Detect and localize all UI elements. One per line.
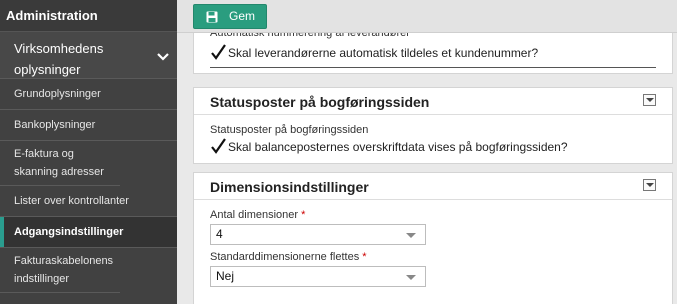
auto-numbering-checkbox[interactable]: Skal leverandørerne automatisk tildeles … [210, 44, 650, 61]
toolbar: Gem [177, 0, 677, 33]
sidebar-item-fakturaskabelon[interactable]: Fakturaskabelonens indstillinger [0, 248, 120, 293]
status-label: Statusposter på bogføringssiden [210, 124, 369, 136]
sidebar-item-adgangsindstillinger[interactable]: Adgangsindstillinger [0, 217, 177, 248]
dimension-count-label: Antal dimensioner [210, 209, 299, 221]
sidebar: Administration Virksomhedens oplysninger… [0, 0, 177, 304]
required-marker: * [301, 209, 306, 221]
collapse-toggle-icon[interactable] [643, 94, 656, 106]
caret-down-icon [406, 233, 416, 238]
sidebar-item-bankoplysninger[interactable]: Bankoplysninger [0, 110, 177, 141]
sidebar-item-grundoplysninger[interactable]: Grundoplysninger [0, 79, 177, 110]
status-checkbox-label: Skal balanceposternes overskriftdata vis… [228, 140, 568, 154]
dimension-count-select[interactable]: 4 [210, 224, 426, 245]
panel-header: Dimensionsindstillinger [194, 173, 672, 200]
panel-title: Statusposter på bogføringssiden [210, 94, 430, 110]
sidebar-item-label: Adgangsindstillinger [14, 226, 124, 238]
sidebar-item-label: Grundoplysninger [14, 88, 101, 100]
sidebar-section-label: Virksomhedens oplysninger [14, 41, 104, 77]
chevron-down-icon [157, 53, 169, 61]
merge-label: Standarddimensionerne flettes [210, 251, 360, 263]
panel-status-posts: Statusposter på bogføringssiden Statuspo… [193, 87, 673, 164]
main-content: Automatisk nummerering af leverandører S… [177, 0, 677, 304]
sidebar-header: Administration [0, 0, 177, 32]
checkmark-icon [211, 138, 226, 154]
sidebar-item-kontrollanter[interactable]: Lister over kontrollanter [0, 186, 177, 217]
auto-numbering-checkbox-label: Skal leverandørerne automatisk tildeles … [228, 46, 539, 60]
dimension-count-label-row: Antal dimensioner * [210, 209, 305, 221]
panel-dimensions: Dimensionsindstillinger Antal dimensione… [193, 172, 673, 304]
sidebar-item-label: Lister over kontrollanter [14, 195, 129, 207]
checkmark-icon [211, 44, 226, 60]
sidebar-item-e-faktura[interactable]: E-faktura og skanning adresser [0, 141, 120, 186]
sidebar-item-label: Bankoplysninger [14, 119, 96, 131]
sidebar-item-label: Fakturaskabelonens indstillinger [14, 255, 114, 285]
merge-value: Nej [216, 269, 235, 283]
status-checkbox[interactable]: Skal balanceposternes overskriftdata vis… [210, 138, 650, 155]
collapse-toggle-icon[interactable] [643, 179, 656, 191]
merge-select[interactable]: Nej [210, 266, 426, 287]
panel-header: Statusposter på bogføringssiden [194, 88, 672, 115]
dimension-count-value: 4 [216, 227, 223, 241]
floppy-disk-icon [206, 11, 218, 23]
save-button-label: Gem [229, 9, 256, 23]
panel-title: Dimensionsindstillinger [210, 179, 369, 195]
merge-label-row: Standarddimensionerne flettes * [210, 251, 367, 263]
sidebar-item-label: E-faktura og skanning adresser [14, 148, 104, 178]
required-marker: * [362, 251, 367, 263]
divider [210, 67, 656, 68]
caret-down-icon [406, 275, 416, 280]
sidebar-section-company-info[interactable]: Virksomhedens oplysninger [0, 32, 177, 79]
save-button[interactable]: Gem [193, 4, 267, 29]
